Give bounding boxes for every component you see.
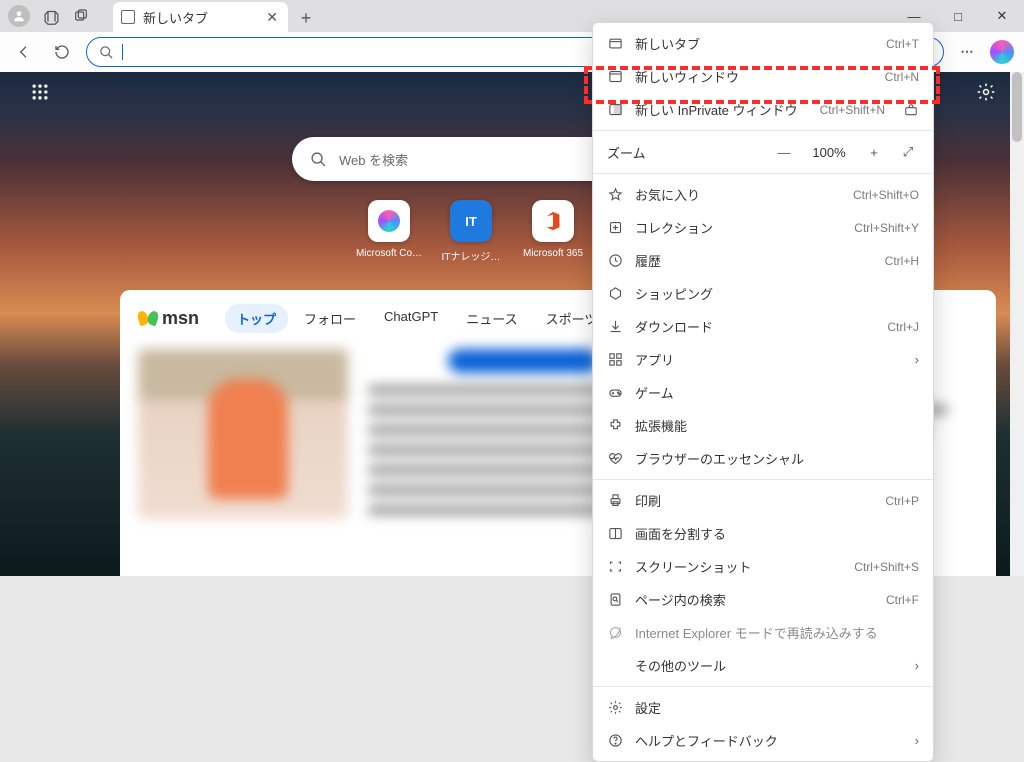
menu-item-history[interactable]: 履歴Ctrl+H	[593, 244, 933, 277]
tab-actions-icon[interactable]	[72, 7, 90, 25]
menu-item-extensions[interactable]: 拡張機能	[593, 409, 933, 442]
menu-item-ie-mode[interactable]: Internet Explorer モードで再読み込みする	[593, 616, 933, 649]
quick-link[interactable]: Microsoft Co…	[358, 200, 420, 263]
split-icon	[607, 526, 623, 542]
heart-pulse-icon	[607, 451, 623, 467]
star-icon	[607, 187, 623, 203]
game-icon	[607, 385, 623, 401]
menu-item-zoom: ズーム — 100% + ⤢	[593, 135, 933, 169]
feed-tab-follow[interactable]: フォロー	[292, 304, 368, 333]
quick-link[interactable]: IT ITナレッジ…	[440, 200, 502, 263]
print-icon	[607, 493, 623, 509]
copilot-icon[interactable]	[990, 40, 1014, 64]
app-launcher-icon[interactable]	[30, 82, 52, 104]
menu-item-new-inprivate-window[interactable]: 新しい InPrivate ウィンドウ Ctrl+Shift+N	[593, 93, 933, 126]
help-icon	[607, 733, 623, 749]
gear-icon	[607, 700, 623, 716]
close-window-button[interactable]: ✕	[980, 0, 1024, 32]
refresh-button[interactable]	[48, 38, 76, 66]
zoom-out-button[interactable]: —	[773, 141, 795, 163]
menu-item-screenshot[interactable]: スクリーンショットCtrl+Shift+S	[593, 550, 933, 583]
search-icon	[310, 151, 327, 168]
search-placeholder: Web を検索	[339, 150, 408, 169]
menu-item-find-on-page[interactable]: ページ内の検索Ctrl+F	[593, 583, 933, 616]
close-tab-icon[interactable]: ✕	[266, 10, 278, 24]
menu-item-downloads[interactable]: ダウンロードCtrl+J	[593, 310, 933, 343]
ie-icon	[607, 625, 623, 641]
menu-item-collections[interactable]: コレクションCtrl+Shift+Y	[593, 211, 933, 244]
copilot-icon	[378, 210, 400, 232]
menu-item-favorites[interactable]: お気に入りCtrl+Shift+O	[593, 178, 933, 211]
menu-item-print[interactable]: 印刷Ctrl+P	[593, 484, 933, 517]
tab-icon	[607, 36, 623, 52]
chevron-right-icon: ›	[915, 658, 919, 673]
menu-item-new-window[interactable]: 新しいウィンドウ Ctrl+N	[593, 60, 933, 93]
download-icon	[607, 319, 623, 335]
new-tab-button[interactable]: +	[292, 4, 320, 32]
zoom-level: 100%	[807, 145, 851, 160]
apps-icon	[607, 352, 623, 368]
feed-tab-chatgpt[interactable]: ChatGPT	[372, 304, 450, 333]
m365-icon	[542, 210, 564, 232]
menu-item-settings[interactable]: 設定	[593, 691, 933, 724]
collection-icon	[607, 220, 623, 236]
search-icon	[99, 45, 114, 60]
page-settings-icon[interactable]	[976, 82, 996, 102]
menu-item-browser-essentials[interactable]: ブラウザーのエッセンシャル	[593, 442, 933, 475]
settings-and-more-button[interactable]: ⋯	[954, 38, 982, 66]
extension-icon	[607, 418, 623, 434]
history-icon	[607, 253, 623, 269]
menu-item-games[interactable]: ゲーム	[593, 376, 933, 409]
feed-tab-news[interactable]: ニュース	[454, 304, 529, 333]
chevron-right-icon: ›	[915, 352, 919, 367]
chevron-right-icon: ›	[915, 733, 919, 748]
maximize-button[interactable]: □	[936, 0, 980, 32]
shopping-icon	[607, 286, 623, 302]
feed-nav: トップ フォロー ChatGPT ニュース スポーツ	[225, 304, 609, 333]
find-icon	[607, 592, 623, 608]
zoom-in-button[interactable]: +	[863, 141, 885, 163]
back-button[interactable]	[10, 38, 38, 66]
tab-title: 新しいタブ	[143, 8, 208, 27]
workspaces-icon[interactable]	[42, 7, 60, 25]
msn-icon	[138, 309, 158, 329]
menu-item-shopping[interactable]: ショッピング	[593, 277, 933, 310]
menu-item-split-screen[interactable]: 画面を分割する	[593, 517, 933, 550]
quick-link[interactable]: Microsoft 365	[522, 200, 584, 263]
profile-avatar[interactable]	[8, 5, 30, 27]
screenshot-icon	[607, 559, 623, 575]
menu-item-help-feedback[interactable]: ヘルプとフィードバック›	[593, 724, 933, 757]
feed-tab-top[interactable]: トップ	[225, 304, 288, 333]
menu-item-new-tab[interactable]: 新しいタブ Ctrl+T	[593, 27, 933, 60]
window-icon	[607, 69, 623, 85]
browser-tab[interactable]: 新しいタブ ✕	[113, 2, 288, 32]
inprivate-icon	[607, 102, 623, 118]
settings-menu: 新しいタブ Ctrl+T 新しいウィンドウ Ctrl+N 新しい InPriva…	[592, 22, 934, 762]
briefcase-icon	[903, 102, 919, 118]
msn-logo[interactable]: msn	[138, 308, 199, 329]
fullscreen-button[interactable]: ⤢	[897, 141, 919, 163]
menu-item-more-tools[interactable]: その他のツール›	[593, 649, 933, 682]
vertical-scrollbar[interactable]	[1010, 72, 1024, 576]
menu-item-apps[interactable]: アプリ›	[593, 343, 933, 376]
tab-favicon	[121, 10, 135, 24]
